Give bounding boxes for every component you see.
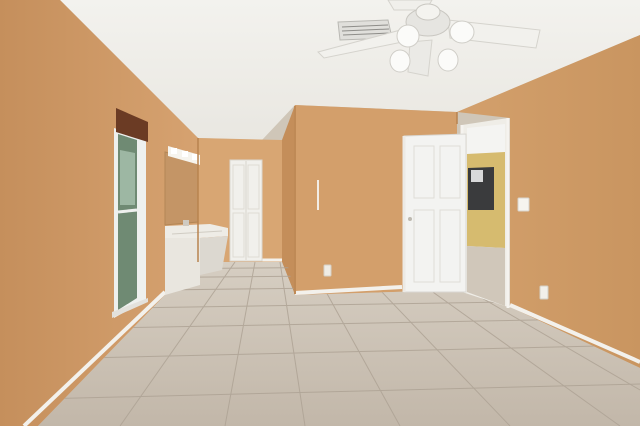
closet-door xyxy=(229,159,263,262)
room-photo xyxy=(0,0,640,426)
wall-outlet xyxy=(539,285,549,300)
wall-outlet-center xyxy=(323,264,332,277)
window-with-blind xyxy=(112,108,148,318)
alcove-side-wall xyxy=(282,105,295,295)
kitchen-doorway xyxy=(460,118,510,308)
room-illustration xyxy=(0,0,640,426)
light-switch xyxy=(517,197,530,212)
interior-door-open xyxy=(402,133,467,293)
